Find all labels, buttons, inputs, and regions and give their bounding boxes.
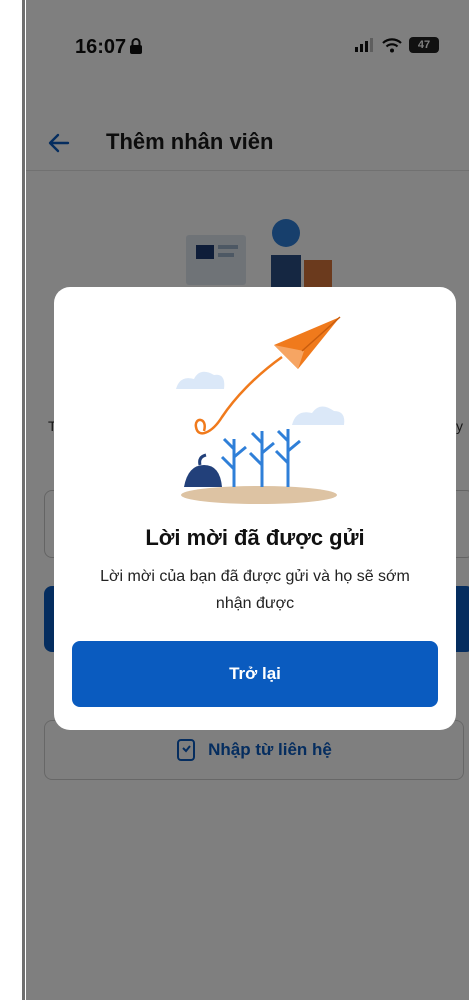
dialog-title: Lời mời đã được gửi — [145, 525, 365, 550]
invite-sent-dialog: Lời mời đã được gửi Lời mời của bạn đã đ… — [54, 287, 456, 730]
dialog-message: Lời mời của bạn đã được gửi và họ sẽ sớm… — [100, 568, 410, 612]
back-button[interactable]: Trở lại — [72, 641, 438, 707]
phone-screen: 16:07 47 Thêm nhân viên — [26, 0, 469, 1000]
left-frame-strip — [0, 0, 26, 1000]
paper-plane-plants-illustration — [176, 316, 345, 504]
